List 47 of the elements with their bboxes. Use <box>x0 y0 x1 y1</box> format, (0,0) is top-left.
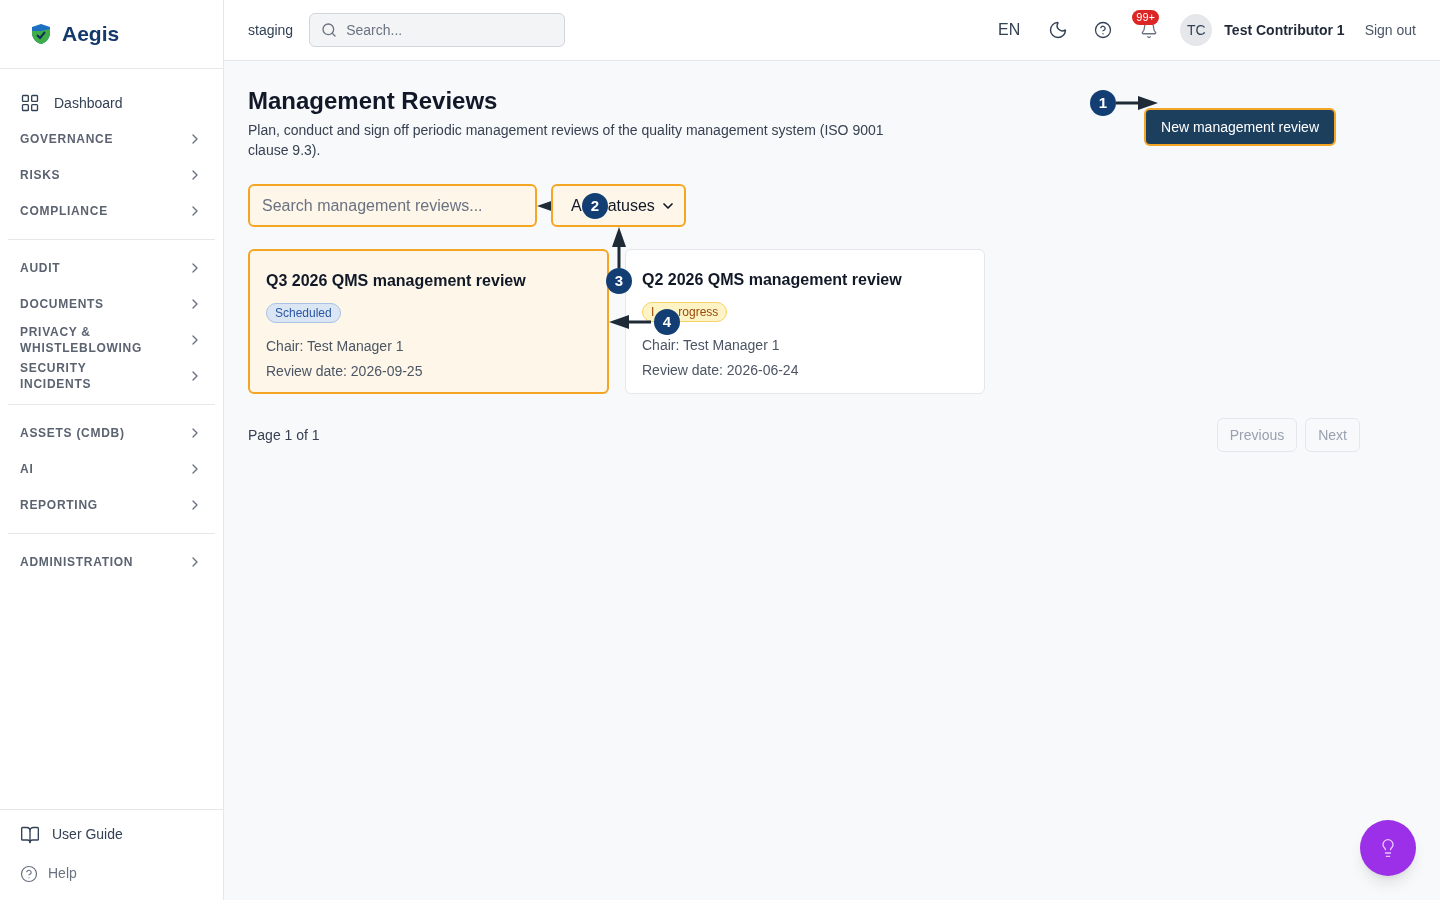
search-icon <box>321 22 338 38</box>
arrow <box>1116 96 1158 110</box>
arrow <box>609 315 651 329</box>
review-chair: Chair: Test Manager 1 <box>642 336 781 355</box>
page-indicator: Page 1 of 1 <box>248 425 320 445</box>
nav-group[interactable]: RISKS <box>8 157 215 193</box>
review-title: Q2 2026 QMS management review <box>642 270 903 290</box>
nav-group[interactable]: GOVERNANCE <box>8 121 215 157</box>
review-search-field[interactable]: Search management reviews... <box>248 184 537 227</box>
shield-logo-icon <box>30 23 52 45</box>
dashboard-icon <box>20 93 40 113</box>
page-title: Management Reviews <box>248 86 499 116</box>
new-review-button[interactable]: New management review <box>1144 108 1336 146</box>
nav-group[interactable]: PRIVACY & WHISTLEBLOWING <box>8 322 215 358</box>
environment-label: staging <box>248 20 294 40</box>
nav-group[interactable]: AUDIT <box>8 250 215 286</box>
nav-item[interactable]: Dashboard <box>8 85 215 121</box>
sidebar-link[interactable]: User Guide <box>20 824 203 845</box>
sidebar-link[interactable]: Help <box>20 863 203 884</box>
brand-name: Aegis <box>62 21 120 48</box>
review-title: Q3 2026 QMS management review <box>266 271 527 291</box>
avatar[interactable]: TC <box>1180 14 1213 46</box>
notification-count: 99+ <box>1132 10 1159 25</box>
nav-group[interactable]: COMPLIANCE <box>8 193 215 229</box>
language-button[interactable]: EN <box>998 18 1021 42</box>
sign-out-link[interactable]: Sign out <box>1364 19 1416 41</box>
page-description: Plan, conduct and sign off periodic management reviews of the quality management system (ISO 9001 clause 9.3). <box>248 121 885 160</box>
search-field[interactable]: Search... <box>309 13 566 47</box>
nav-group[interactable]: ADMINISTRATION <box>8 544 215 580</box>
nav-group[interactable]: REPORTING <box>8 487 215 523</box>
status-tag: Scheduled <box>266 303 341 323</box>
step-marker: 1 <box>1090 90 1116 116</box>
review-date: Review date: 2026-06-24 <box>642 361 800 380</box>
review-chair: Chair: Test Manager 1 <box>266 337 405 356</box>
book-icon <box>20 824 40 845</box>
nav-group[interactable]: DOCUMENTS <box>8 286 215 322</box>
help-icon <box>20 864 38 883</box>
nav-group[interactable]: ASSETS (CMDB) <box>8 415 215 451</box>
review-date: Review date: 2026-09-25 <box>266 362 424 381</box>
nav-group[interactable]: SECURITY INCIDENTS <box>8 358 215 394</box>
help-icon[interactable] <box>1094 21 1113 39</box>
arrow <box>612 227 626 268</box>
assistant-button[interactable] <box>1360 820 1416 876</box>
review-card[interactable]: Q3 2026 QMS management review Scheduled Chair: Test Manager 1 Review date: 2026-09-25 <box>248 249 609 394</box>
nav-group[interactable]: AI <box>8 451 215 487</box>
user-name: Test Contributor 1 <box>1224 20 1345 40</box>
dark-mode-icon[interactable] <box>1048 20 1069 40</box>
